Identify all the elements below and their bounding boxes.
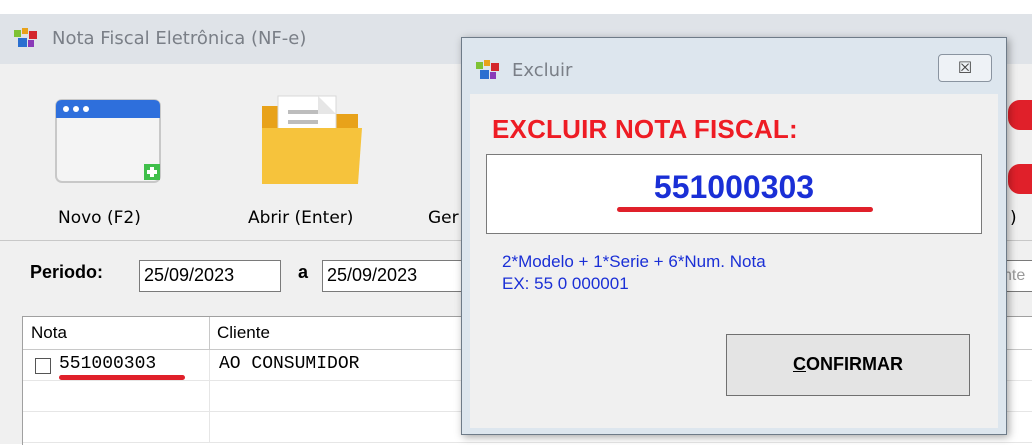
close-icon[interactable]: ☒ (938, 54, 992, 82)
format-hint: 2*Modelo + 1*Serie + 6*Num. Nota (502, 252, 766, 271)
new-document-icon[interactable] (54, 98, 162, 184)
confirm-button-label: ONFIRMAR (806, 354, 903, 374)
red-icon-partial[interactable] (1008, 100, 1032, 130)
period-label: Periodo: (30, 262, 104, 282)
app-logo-icon (14, 28, 37, 47)
period-separator: a (298, 262, 309, 282)
app-logo-icon (476, 60, 499, 79)
note-number-value: 551000303 (653, 169, 815, 205)
red-annotation-underline (617, 207, 873, 212)
dialog-body: EXCLUIR NOTA FISCAL: 551000303 2*Modelo … (470, 94, 998, 428)
row-checkbox[interactable] (35, 358, 51, 374)
row-nota-cell: 551000303 (59, 354, 157, 374)
delete-dialog: Excluir ☒ EXCLUIR NOTA FISCAL: 551000303… (461, 37, 1007, 435)
red-icon-partial-2[interactable] (1008, 164, 1032, 194)
confirm-button[interactable]: CONFIRMAR (726, 334, 970, 396)
dialog-heading: EXCLUIR NOTA FISCAL: (492, 114, 798, 144)
generate-button-label-partial[interactable]: Ger (428, 208, 459, 228)
confirm-button-mnemonic: C (793, 354, 806, 374)
open-folder-icon[interactable] (258, 92, 366, 190)
period-from-input[interactable]: 25/09/2023 (139, 260, 281, 292)
red-annotation-underline (59, 375, 185, 380)
note-number-input[interactable]: 551000303 (486, 154, 982, 234)
new-button-label[interactable]: Novo (F2) (58, 208, 141, 228)
format-example: EX: 55 0 000001 (502, 274, 629, 293)
period-to-input[interactable]: 25/09/2023 (322, 260, 464, 292)
column-header-nota[interactable]: Nota (23, 317, 209, 349)
dialog-title: Excluir (512, 60, 573, 81)
open-button-label[interactable]: Abrir (Enter) (248, 208, 353, 228)
right-button-label-partial[interactable]: ) (1010, 208, 1017, 228)
main-window-title: Nota Fiscal Eletrônica (NF-e) (52, 28, 307, 49)
row-cliente-cell: AO CONSUMIDOR (219, 354, 360, 374)
